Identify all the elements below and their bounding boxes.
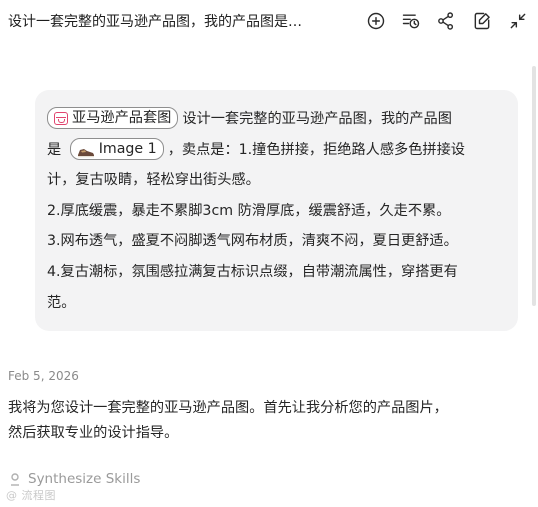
history-list-icon[interactable] bbox=[400, 10, 422, 32]
user-message-bubble: 亚马逊产品套图 设计一套完整的亚马逊产品图，我的产品图 是 Image 1 ，卖… bbox=[35, 90, 518, 331]
shoe-thumbnail-icon bbox=[77, 143, 95, 157]
image-chip[interactable]: Image 1 bbox=[69, 137, 164, 160]
message-line: 是 Image 1 ，卖点是：1.撞色拼接，拒绝路人感多色拼接设 bbox=[47, 135, 509, 166]
message-line: 3.网布透气，盛夏不闷脚透气网布材质，清爽不闷，夏日更舒适。 bbox=[47, 233, 458, 250]
skills-label: Synthesize Skills bbox=[28, 471, 141, 487]
watermark: @ 流程图 bbox=[6, 489, 56, 502]
reply-line: 我将为您设计一套完整的亚马逊产品图。首先让我分析您的产品图片， bbox=[8, 400, 448, 416]
message-line-2-text: ，卖点是：1.撞色拼接，拒绝路人感多色拼接设 bbox=[167, 141, 465, 158]
message-line: 2.厚底缓震，暴走不累脚3cm 防滑厚底，缓震舒适，久走不累。 bbox=[47, 202, 451, 219]
edit-note-icon[interactable] bbox=[471, 10, 493, 32]
synthesize-skills-status[interactable]: Synthesize Skills bbox=[8, 471, 140, 487]
share-icon[interactable] bbox=[435, 10, 457, 32]
image-chip-label: Image 1 bbox=[98, 140, 157, 157]
collapse-icon[interactable] bbox=[507, 10, 529, 32]
message-line: 4.复古潮标，氛围感拉满复古标识点缀，自带潮流属性，穿搭更有 bbox=[47, 263, 458, 280]
user-message-text: 亚马逊产品套图 设计一套完整的亚马逊产品图，我的产品图 是 Image 1 ，卖… bbox=[47, 104, 509, 318]
message-line-1-text: 设计一套完整的亚马逊产品图，我的产品图 bbox=[182, 111, 452, 127]
message-line: 计，复古吸睛，轻松穿出街头感。 bbox=[47, 172, 260, 189]
scrollbar[interactable] bbox=[532, 66, 536, 306]
skill-chip[interactable]: 亚马逊产品套图 bbox=[47, 107, 179, 129]
skills-icon bbox=[11, 473, 19, 486]
message-line: 亚马逊产品套图 设计一套完整的亚马逊产品图，我的产品图 bbox=[47, 104, 509, 135]
assistant-reply: 我将为您设计一套完整的亚马逊产品图。首先让我分析您的产品图片， 然后获取专业的设… bbox=[8, 396, 498, 446]
message-line: 范。 bbox=[47, 294, 76, 311]
top-bar: 设计一套完整的亚马逊产品图，我的产品图是… bbox=[0, 0, 538, 44]
skill-chip-label: 亚马逊产品套图 bbox=[72, 110, 172, 126]
gift-box-icon bbox=[54, 111, 68, 125]
add-circle-icon[interactable] bbox=[365, 10, 387, 32]
message-date: Feb 5, 2026 bbox=[8, 369, 79, 383]
conversation-title: 设计一套完整的亚马逊产品图，我的产品图是… bbox=[8, 14, 302, 30]
message-line-2-prefix: 是 bbox=[47, 141, 62, 158]
reply-line: 然后获取专业的设计指导。 bbox=[8, 425, 179, 441]
